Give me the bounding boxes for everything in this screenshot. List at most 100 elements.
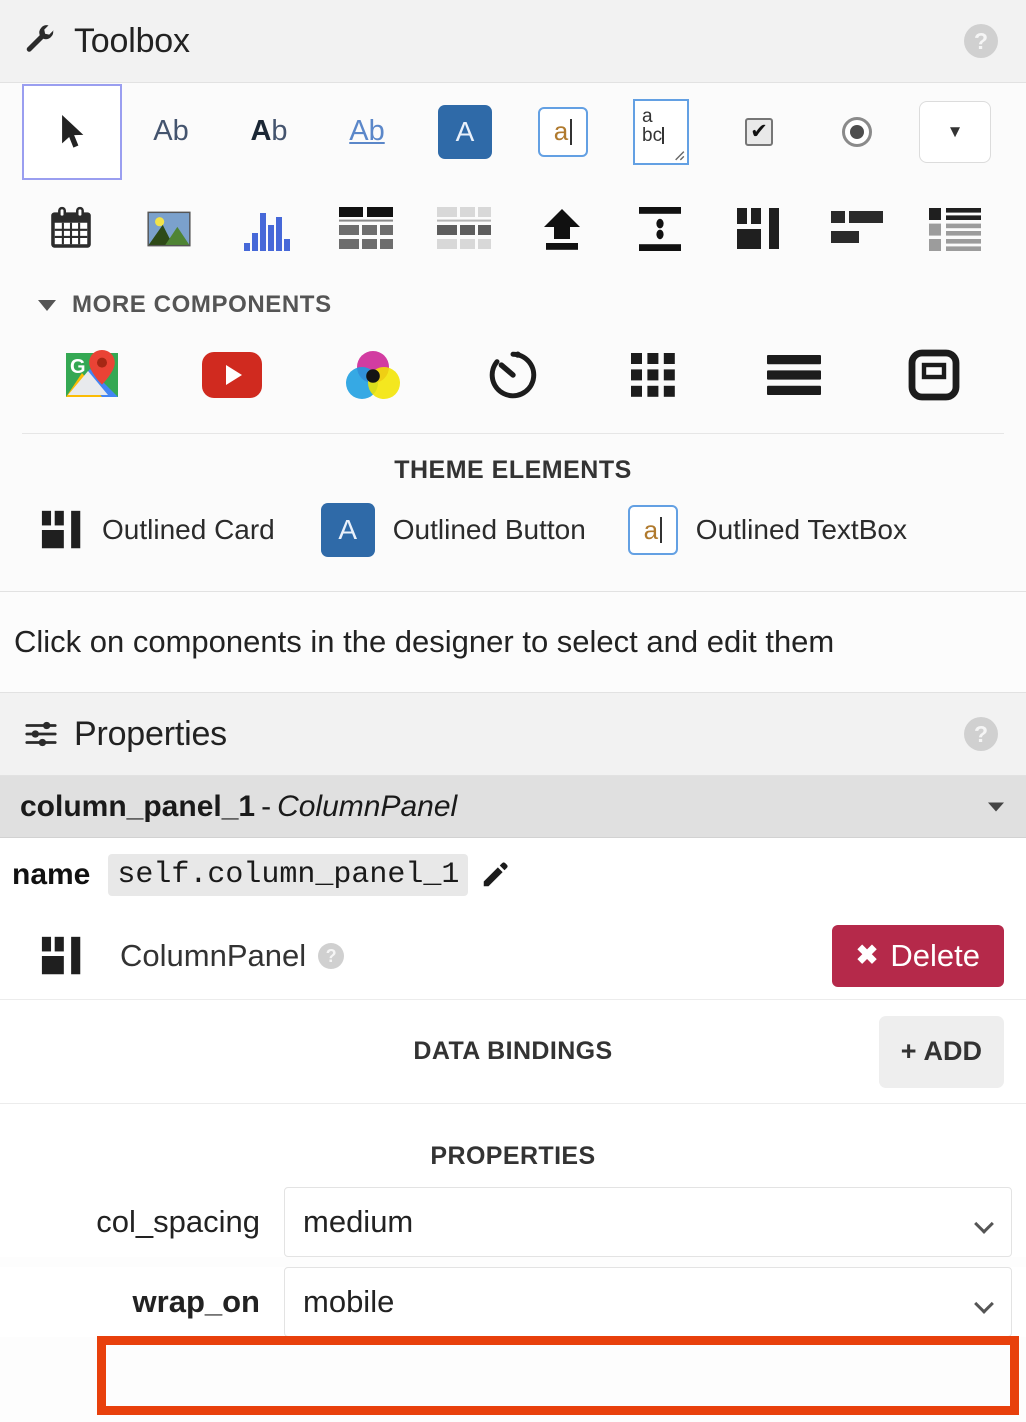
- property-value-col-spacing: medium: [303, 1204, 414, 1239]
- button-glyph: A: [438, 104, 492, 159]
- more-component-menu[interactable]: [723, 333, 863, 417]
- column-panel-icon: [41, 936, 81, 974]
- timer-icon: [489, 351, 537, 399]
- more-components-label: MORE COMPONENTS: [72, 291, 332, 318]
- tool-repeating-panel[interactable]: [415, 180, 513, 277]
- toolbox-header: Toolbox ?: [0, 0, 1026, 83]
- tool-row-basic: Ab Ab Ab A a a bc ✔ ▼: [0, 83, 1026, 180]
- radio-icon: [842, 116, 872, 147]
- tool-datepicker[interactable]: [22, 180, 120, 277]
- property-label-wrap-on: wrap_on: [132, 1284, 260, 1319]
- outlined-textbox-glyph: a: [627, 505, 678, 555]
- column-panel-icon: [736, 207, 779, 249]
- delete-button-label: Delete: [890, 937, 980, 973]
- tool-checkbox[interactable]: ✔: [710, 83, 808, 180]
- chevron-down-icon: [974, 1294, 994, 1314]
- theme-item-label: Outlined Card: [102, 514, 275, 545]
- selected-component-dropdown[interactable]: column_panel_1 - ColumnPanel: [0, 776, 1026, 838]
- theme-item-outlined-button[interactable]: A Outlined Button: [320, 503, 586, 557]
- tool-bold-label[interactable]: Ab: [220, 83, 318, 180]
- toolbox-body: Ab Ab Ab A a a bc ✔ ▼ MORE COMPONENTS G …: [0, 83, 1026, 591]
- properties-section-title: PROPERTIES: [0, 1104, 1026, 1187]
- color-wheel-icon: [345, 351, 400, 399]
- sliders-icon: [22, 715, 60, 753]
- more-component-youtube[interactable]: [162, 333, 302, 417]
- google-map-icon: G: [66, 350, 119, 397]
- tool-link[interactable]: Ab: [318, 83, 416, 180]
- tool-select-cursor[interactable]: [22, 83, 122, 180]
- name-value[interactable]: self.column_panel_1: [108, 854, 469, 896]
- tool-file-loader[interactable]: [513, 180, 611, 277]
- property-row-wrap-on: wrap_on mobile: [0, 1267, 1026, 1337]
- property-label-col-spacing: col_spacing: [96, 1204, 260, 1239]
- delete-button[interactable]: ✖ Delete: [831, 924, 1004, 987]
- property-value-wrap-on: mobile: [303, 1284, 395, 1319]
- designer-hint: Click on components in the designer to s…: [0, 591, 1026, 693]
- more-components-toggle[interactable]: MORE COMPONENTS: [0, 277, 1026, 327]
- more-component-google-map[interactable]: G: [22, 333, 162, 417]
- theme-item-outlined-card[interactable]: Outlined Card: [40, 509, 275, 551]
- tool-row-data: [0, 180, 1026, 277]
- menu-bars-icon: [766, 355, 821, 395]
- chevron-down-icon: [988, 802, 1004, 811]
- chevron-down-icon: [974, 1214, 994, 1234]
- property-select-col-spacing[interactable]: medium: [284, 1187, 1012, 1257]
- property-row-col-spacing: col_spacing medium: [0, 1187, 1026, 1257]
- label-glyph: Ab: [153, 115, 189, 147]
- svg-text:G: G: [70, 356, 86, 378]
- theme-item-label: Outlined Button: [392, 514, 586, 545]
- tool-spacer[interactable]: [611, 180, 709, 277]
- tool-label[interactable]: Ab: [122, 83, 220, 180]
- tool-dropdown[interactable]: ▼: [906, 83, 1004, 180]
- more-component-grid[interactable]: [583, 333, 723, 417]
- more-component-color-wheel[interactable]: [303, 333, 443, 417]
- add-binding-label: ADD: [923, 1036, 983, 1066]
- resize-handle-icon: [675, 150, 685, 160]
- tool-plot[interactable]: [218, 180, 316, 277]
- tool-linear-panel[interactable]: [906, 180, 1004, 277]
- properties-list: col_spacing medium wrap_on mobile: [0, 1187, 1026, 1337]
- bar-chart-icon: [243, 212, 290, 251]
- tool-datagrid[interactable]: [317, 180, 415, 277]
- repeating-panel-icon: [436, 206, 491, 249]
- wrench-icon: [22, 22, 60, 60]
- dropdown-icon: ▼: [919, 100, 991, 163]
- spacer-icon: [639, 206, 682, 251]
- youtube-video-icon: [202, 352, 263, 398]
- tool-textbox[interactable]: a: [514, 83, 612, 180]
- data-bindings-title: DATA BINDINGS: [413, 1037, 613, 1065]
- properties-header: Properties ?: [0, 693, 1026, 776]
- pencil-icon[interactable]: [480, 860, 510, 890]
- toolbox-title: Toolbox: [74, 21, 190, 60]
- properties-title: Properties: [74, 714, 227, 753]
- add-binding-button[interactable]: + ADD: [878, 1015, 1004, 1088]
- data-bindings-row: DATA BINDINGS + ADD: [0, 1000, 1026, 1104]
- tool-column-panel[interactable]: [709, 180, 807, 277]
- flow-panel-icon: [830, 210, 883, 243]
- tool-flow-panel[interactable]: [808, 180, 906, 277]
- checkbox-icon: ✔: [745, 117, 773, 146]
- properties-help-icon[interactable]: ?: [964, 717, 998, 751]
- chevron-down-icon: [38, 299, 56, 311]
- selected-component-dash: -: [261, 789, 272, 823]
- linear-panel-icon: [928, 207, 981, 251]
- more-component-timer[interactable]: [443, 333, 583, 417]
- tool-button[interactable]: A: [416, 83, 514, 180]
- theme-elements-row: Outlined Card A Outlined Button a Outlin…: [0, 493, 1026, 591]
- close-icon: ✖: [855, 940, 879, 970]
- property-select-wrap-on[interactable]: mobile: [284, 1267, 1012, 1337]
- name-label: name: [12, 858, 91, 891]
- tool-radiobutton[interactable]: [808, 83, 906, 180]
- designer-hint-text: Click on components in the designer to s…: [14, 624, 835, 659]
- component-help-icon[interactable]: ?: [318, 942, 345, 969]
- tool-image[interactable]: [120, 180, 218, 277]
- more-component-canvas[interactable]: [864, 333, 1004, 417]
- component-type-row: ColumnPanel ? ✖ Delete: [0, 912, 1026, 1000]
- textbox-glyph: a: [538, 106, 588, 157]
- grid-icon: [631, 353, 676, 397]
- toolbox-help-icon[interactable]: ?: [964, 24, 998, 58]
- theme-item-outlined-textbox[interactable]: a Outlined TextBox: [627, 505, 907, 555]
- tool-textarea[interactable]: a bc: [612, 83, 710, 180]
- link-glyph: Ab: [349, 115, 385, 147]
- column-panel-icon: [41, 510, 81, 549]
